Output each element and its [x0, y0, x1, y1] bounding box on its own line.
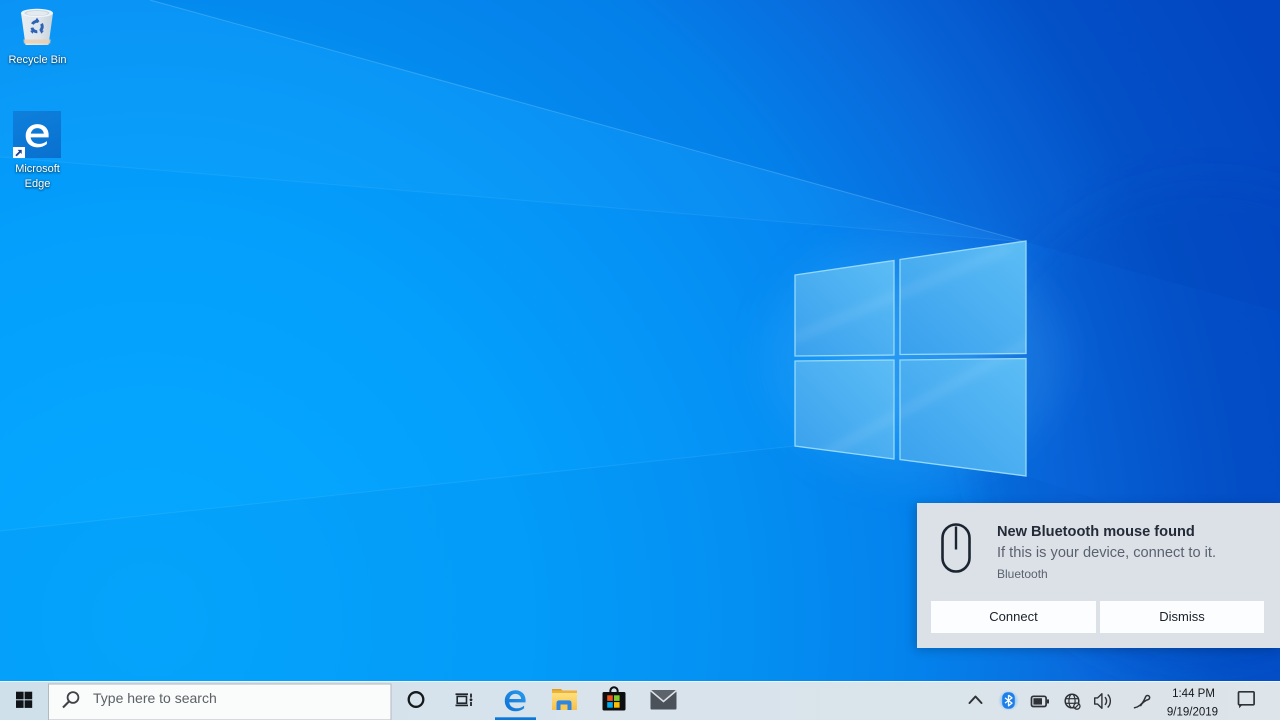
svg-text:Type here to search: Type here to search: [93, 690, 217, 706]
svg-text:1:44 PM: 1:44 PM: [1172, 688, 1215, 700]
svg-text:9/19/2019: 9/19/2019: [1167, 706, 1218, 718]
